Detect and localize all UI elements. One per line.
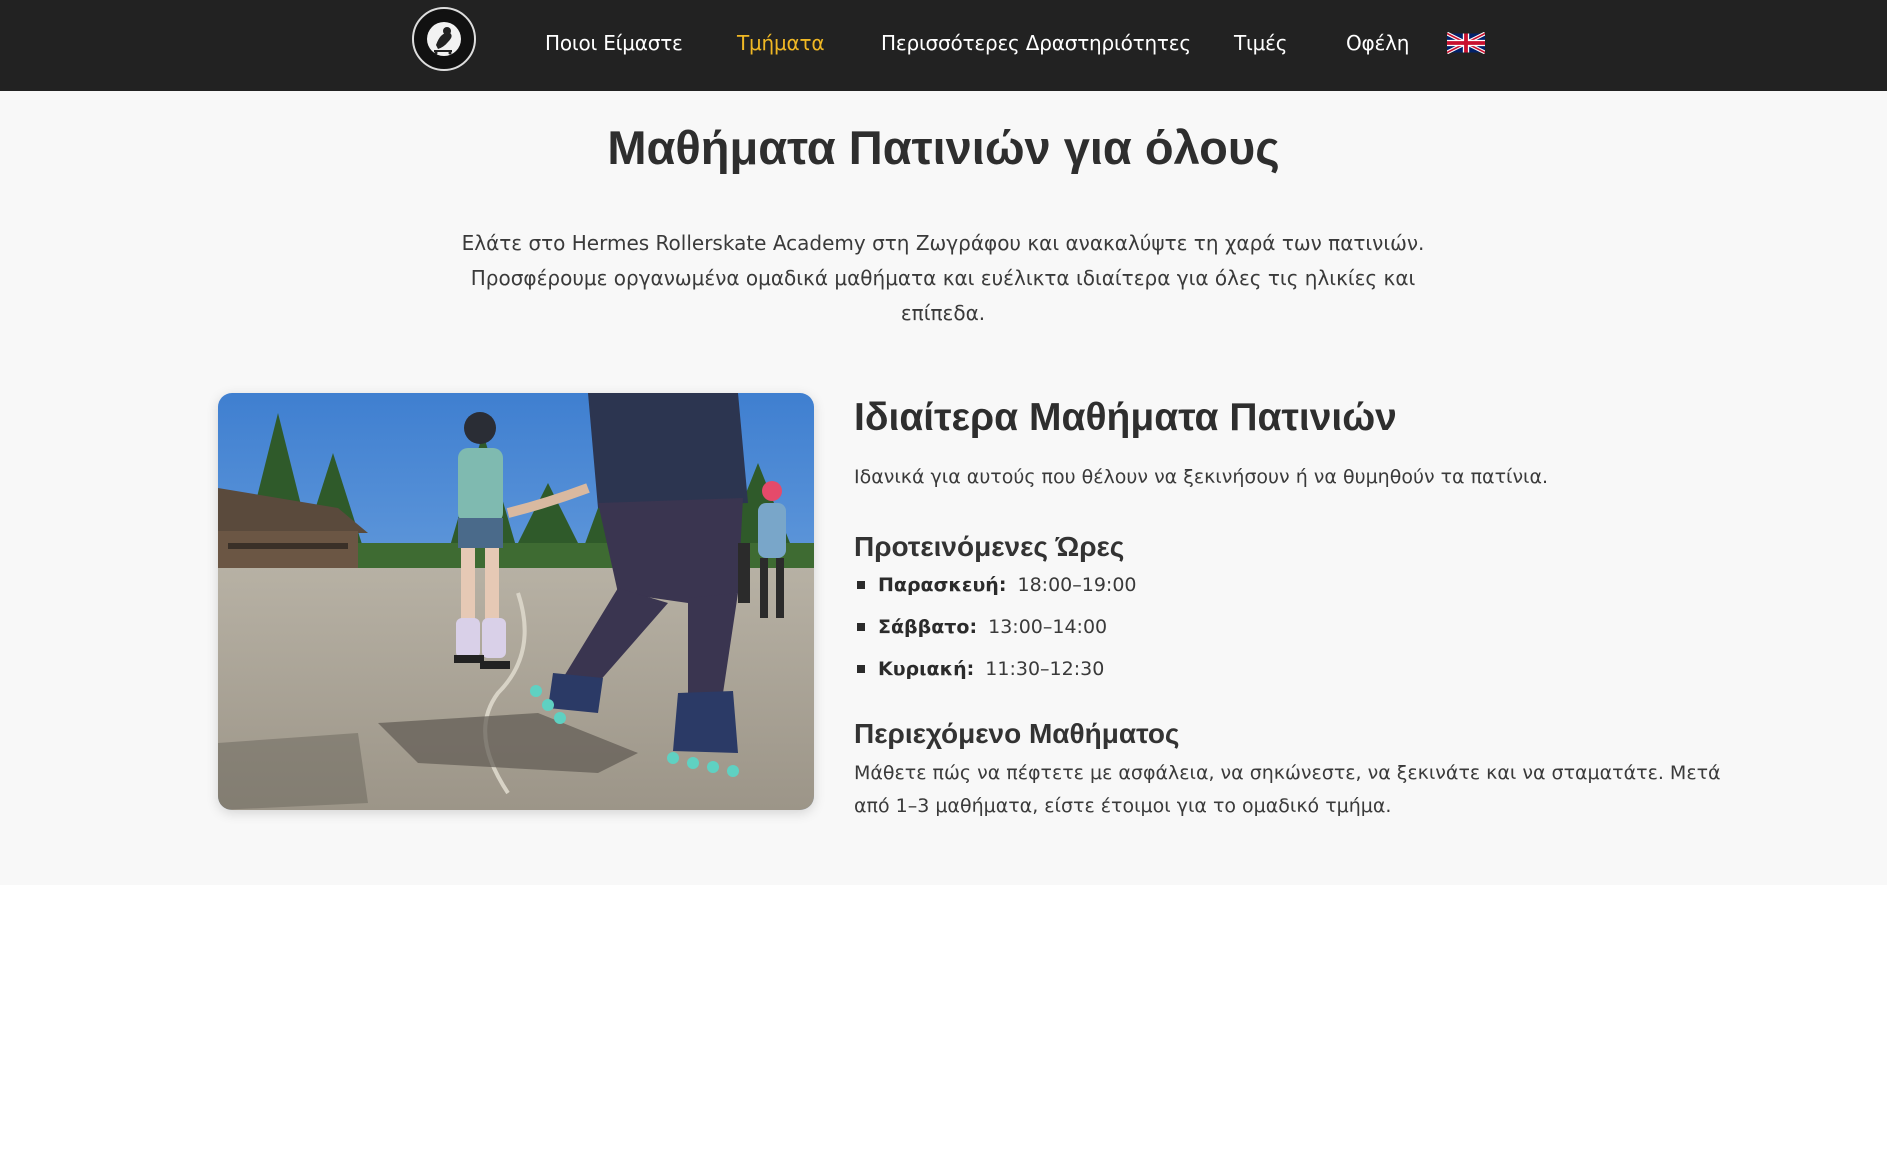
academy-logo[interactable] xyxy=(412,7,476,71)
suggested-hours-list: Παρασκευή: 18:00–19:00 Σάββατο: 13:00–14… xyxy=(854,570,1137,696)
hours-time: 11:30–12:30 xyxy=(985,658,1105,680)
top-navigation-bar: Ποιοι Είμαστε Τμήματα Περισσότερες Δραστ… xyxy=(0,0,1887,91)
bullet-icon xyxy=(857,665,865,673)
hours-time: 13:00–14:00 xyxy=(988,616,1108,638)
hours-day: Κυριακή: xyxy=(878,658,975,680)
bullet-icon xyxy=(857,623,865,631)
intro-text: Ελάτε στο Hermes Rollerskate Academy στη… xyxy=(461,231,1425,325)
page-title: Μαθήματα Πατινιών για όλους xyxy=(607,121,1280,174)
list-item: Κυριακή: 11:30–12:30 xyxy=(854,654,1137,696)
nav-link-prices[interactable]: Τιμές xyxy=(1234,28,1287,58)
suggested-hours-title: Προτεινόμενες Ώρες xyxy=(854,531,1125,562)
nav-link-benefits[interactable]: Οφέλη xyxy=(1346,28,1409,58)
uk-flag-icon[interactable] xyxy=(1447,32,1485,54)
list-item: Σάββατο: 13:00–14:00 xyxy=(854,612,1137,654)
lesson-content-text: Μάθετε πώς να πέφτετε με ασφάλεια, να ση… xyxy=(854,762,1721,817)
nav-link-classes[interactable]: Τμήματα xyxy=(737,28,825,58)
hours-day: Σάββατο: xyxy=(878,616,978,638)
skating-lesson-photo xyxy=(218,393,814,810)
hours-day: Παρασκευή: xyxy=(878,574,1007,596)
nav-link-activities[interactable]: Περισσότερες Δραστηριότητες xyxy=(881,28,1191,58)
private-lessons-title: Ιδιαίτερα Μαθήματα Πατινιών xyxy=(854,396,1397,439)
bullet-icon xyxy=(857,581,865,589)
hours-time: 18:00–19:00 xyxy=(1017,574,1137,596)
lesson-content-title: Περιεχόμενο Μαθήματος xyxy=(854,718,1180,749)
list-item: Παρασκευή: 18:00–19:00 xyxy=(854,570,1137,612)
nav-link-about[interactable]: Ποιοι Είμαστε xyxy=(545,28,683,58)
private-lessons-subtitle: Ιδανικά για αυτούς που θέλουν να ξεκινήσ… xyxy=(854,466,1549,488)
